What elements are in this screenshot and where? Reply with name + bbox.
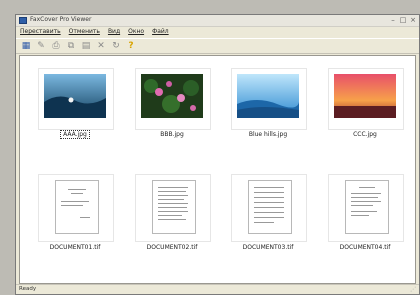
photo-waves-image: [44, 74, 106, 118]
thumbnail-view[interactable]: AAA.jpg BBB.jpg Blue hills.jpg CCC.jpg D…: [19, 55, 416, 284]
thumbnail-document01[interactable]: [38, 174, 114, 242]
menu-file[interactable]: Файл: [152, 27, 169, 37]
app-icon: [19, 17, 27, 24]
photo-lilies-image: [141, 74, 203, 118]
paste-icon[interactable]: ▤: [80, 41, 92, 51]
window-controls: – □ ×: [389, 16, 417, 24]
thumbnail-document04[interactable]: [328, 174, 404, 242]
thumbnail-label-aaa: AAA.jpg: [34, 130, 116, 139]
delete-icon[interactable]: ✕: [95, 41, 107, 51]
app-window: FaxCover Pro Viewer – □ × Переставить От…: [15, 14, 420, 295]
thumbnail-aaa[interactable]: [38, 68, 114, 130]
menu-window[interactable]: Окно: [128, 27, 144, 37]
refresh-icon[interactable]: ↻: [110, 41, 122, 51]
copy-icon[interactable]: ⧉: [65, 41, 77, 51]
thumbnail-label-blue-hills: Blue hills.jpg: [248, 131, 288, 138]
screenshot-frame: FaxCover Pro Viewer – □ × Переставить От…: [0, 0, 420, 295]
thumbnail-label-bbb: BBB.jpg: [160, 131, 184, 138]
close-icon[interactable]: ×: [409, 16, 417, 24]
toolbar: ▦ ✎ ⎙ ⧉ ▤ ✕ ↻ ?: [16, 38, 419, 54]
status-text: Ready: [19, 286, 37, 292]
help-icon[interactable]: ?: [125, 41, 137, 51]
print-icon[interactable]: ⎙: [50, 41, 62, 51]
document-page-icon: [152, 180, 196, 234]
thumbnail-label-ccc: CCC.jpg: [353, 131, 377, 138]
thumbnail-label-document03: DOCUMENT03.tif: [242, 244, 294, 251]
photo-blue-hills-image: [237, 74, 299, 118]
menu-view[interactable]: Вид: [108, 27, 120, 37]
thumbnail-label-document02: DOCUMENT02.tif: [146, 244, 198, 251]
thumbnail-bbb[interactable]: [135, 68, 211, 130]
title-bar: FaxCover Pro Viewer – □ ×: [16, 15, 419, 27]
status-bar: Ready ⋰: [16, 284, 419, 294]
photo-sunset-image: [334, 74, 396, 118]
edit-icon[interactable]: ✎: [35, 41, 47, 51]
thumbnail-document02[interactable]: [135, 174, 211, 242]
thumbnail-ccc[interactable]: [328, 68, 404, 130]
thumbnail-blue-hills[interactable]: [231, 68, 307, 130]
minimize-icon[interactable]: –: [389, 16, 397, 24]
document-page-icon: [55, 180, 99, 234]
maximize-icon[interactable]: □: [399, 16, 407, 24]
resize-grip-icon[interactable]: ⋰: [410, 286, 416, 293]
menu-cancel[interactable]: Отменить: [69, 27, 100, 37]
window-title: FaxCover Pro Viewer: [30, 16, 92, 23]
view-icon[interactable]: ▦: [20, 41, 32, 51]
menu-bar: Переставить Отменить Вид Окно Файл: [16, 27, 419, 37]
thumbnail-label-document04: DOCUMENT04.tif: [339, 244, 391, 251]
thumbnail-label-document01: DOCUMENT01.tif: [49, 244, 101, 251]
document-page-icon: [248, 180, 292, 234]
document-page-icon: [345, 180, 389, 234]
thumbnail-document03[interactable]: [231, 174, 307, 242]
menu-arrange[interactable]: Переставить: [20, 27, 61, 37]
